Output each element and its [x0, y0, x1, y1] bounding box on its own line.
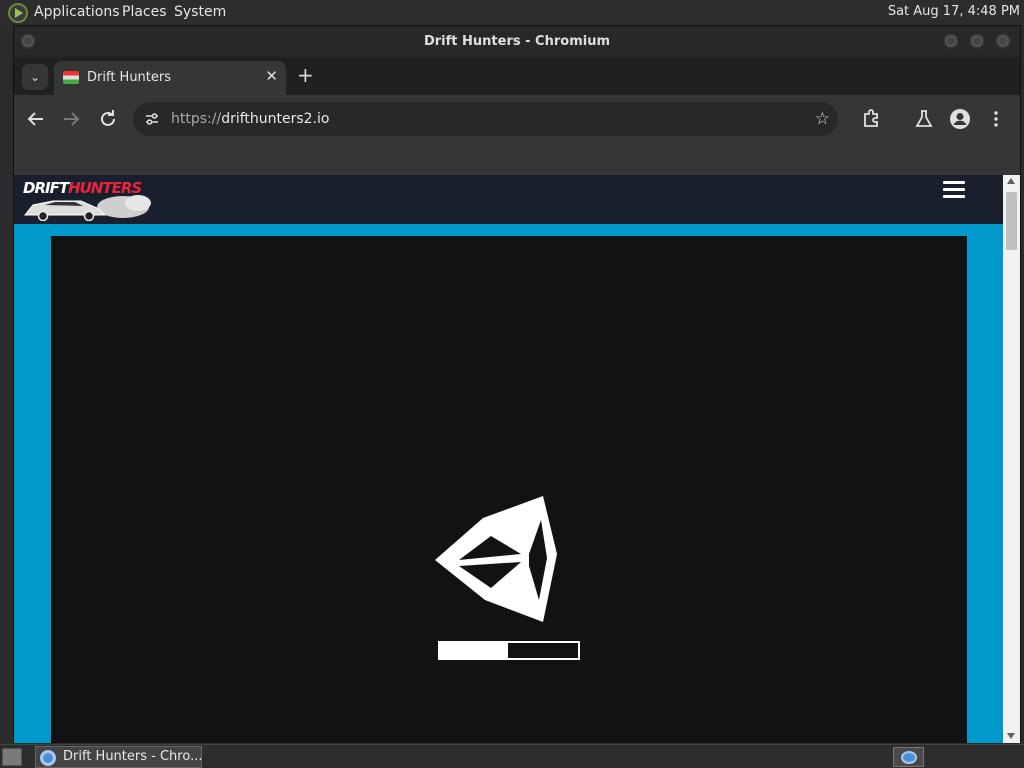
- loading-progress-fill: [440, 643, 508, 658]
- tab-drift-hunters[interactable]: Drift Hunters ✕: [54, 61, 286, 95]
- scroll-thumb[interactable]: [1006, 192, 1017, 250]
- reload-icon[interactable]: [96, 107, 120, 131]
- site-header: DRIFTHUNTERS: [14, 175, 1003, 224]
- unity-logo-icon: [435, 496, 557, 622]
- chromium-icon: [901, 751, 917, 764]
- url-scheme: https://: [171, 111, 222, 127]
- chromium-icon: [40, 750, 56, 766]
- profile-icon[interactable]: [948, 107, 972, 131]
- loading-progress-bar: [438, 641, 580, 660]
- extensions-icon[interactable]: [859, 107, 883, 131]
- taskbar-window-label: Drift Hunters - Chro...: [63, 749, 203, 764]
- more-vert-icon[interactable]: [984, 107, 1008, 131]
- scroll-down-arrow-icon[interactable]: [1007, 733, 1015, 739]
- scroll-up-arrow-icon[interactable]: [1007, 178, 1015, 184]
- plus-icon[interactable]: +: [297, 65, 314, 85]
- chevron-down-icon[interactable]: ⌄: [22, 64, 48, 90]
- window-title: Drift Hunters - Chromium: [423, 34, 610, 49]
- menu-places[interactable]: Places: [122, 4, 167, 20]
- car-logo-icon: [23, 195, 151, 221]
- menu-system[interactable]: System: [174, 4, 226, 20]
- tab-strip: ⌄ Drift Hunters ✕ +: [14, 57, 1020, 95]
- clock[interactable]: Sat Aug 17, 4:48 PM: [888, 4, 1020, 19]
- site-logo[interactable]: DRIFTHUNTERS: [23, 179, 153, 221]
- close-icon[interactable]: ✕: [265, 67, 278, 85]
- taskbar-window-button[interactable]: Drift Hunters - Chro...: [35, 746, 202, 768]
- browser-window: Drift Hunters - Chromium ⌄ Drift Hunters…: [13, 25, 1021, 743]
- site-settings-icon[interactable]: [143, 110, 161, 128]
- address-bar[interactable]: https://drifthunters2.io ☆: [133, 102, 838, 136]
- maximize-button[interactable]: [969, 33, 985, 49]
- top-panel: Applications Places System Sat Aug 17, 4…: [0, 0, 1024, 25]
- close-window-button[interactable]: [995, 33, 1011, 49]
- distro-icon[interactable]: [8, 3, 28, 23]
- favicon-icon: [63, 71, 79, 84]
- bottom-taskbar: Drift Hunters - Chro...: [0, 744, 1024, 768]
- bookmarks-bar: [14, 143, 1020, 175]
- window-titlebar[interactable]: Drift Hunters - Chromium: [14, 26, 1020, 57]
- show-desktop-icon[interactable]: [2, 748, 22, 766]
- game-canvas[interactable]: [51, 236, 967, 743]
- web-page: DRIFTHUNTERS: [14, 175, 1003, 743]
- page-scrollbar[interactable]: [1003, 175, 1020, 743]
- hamburger-menu-icon[interactable]: [943, 181, 965, 199]
- tab-title: Drift Hunters: [87, 70, 172, 85]
- back-arrow-icon[interactable]: [24, 107, 48, 131]
- star-icon[interactable]: ☆: [815, 109, 830, 129]
- browser-toolbar: https://drifthunters2.io ☆: [14, 95, 1020, 143]
- url-text[interactable]: https://drifthunters2.io: [171, 111, 329, 127]
- workspace-switcher[interactable]: [893, 747, 924, 767]
- url-host: drifthunters2.io: [221, 111, 330, 127]
- minimize-button[interactable]: [943, 33, 959, 49]
- window-menu-button[interactable]: [20, 33, 36, 49]
- lab-flask-icon[interactable]: [912, 107, 936, 131]
- forward-arrow-icon[interactable]: [59, 107, 83, 131]
- menu-applications[interactable]: Applications: [34, 4, 120, 20]
